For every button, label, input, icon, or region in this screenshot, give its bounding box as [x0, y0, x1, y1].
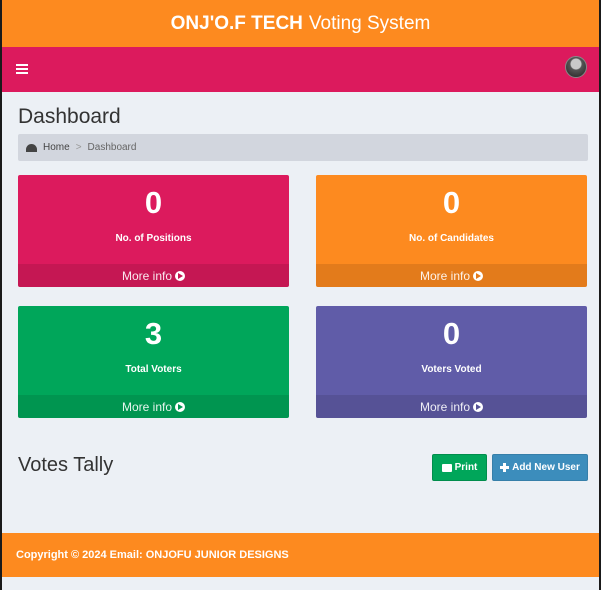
- more-info-label: More info: [419, 268, 471, 283]
- add-new-user-button[interactable]: Add New User: [492, 454, 588, 481]
- stat-label: No. of Positions: [115, 233, 192, 244]
- print-button-label: Print: [454, 462, 478, 473]
- stat-box-candidates: 0 No. of Candidates More info: [316, 175, 587, 287]
- copyright-text: Copyright © 2024 Email: ONJOFU JUNIOR DE…: [16, 549, 289, 561]
- dashboard-icon: [26, 143, 37, 152]
- menu-toggle-icon[interactable]: [16, 64, 28, 74]
- arrow-circle-right-icon: [175, 401, 186, 412]
- stat-box-voters-voted: 0 Voters Voted More info: [316, 306, 587, 418]
- more-info-link[interactable]: More info: [316, 264, 587, 287]
- stat-value: 0: [442, 185, 461, 220]
- stat-label: Voters Voted: [421, 364, 482, 375]
- breadcrumb-separator: >: [75, 142, 82, 153]
- app-window: ONJ'O.F TECH Voting System Dashboard Hom…: [0, 0, 601, 590]
- more-info-link[interactable]: More info: [18, 264, 289, 287]
- stat-box-total-voters: 3 Total Voters More info: [18, 306, 289, 418]
- stat-label: Total Voters: [125, 364, 182, 375]
- arrow-circle-right-icon: [175, 270, 186, 281]
- stat-value: 0: [442, 316, 461, 351]
- breadcrumb-current: Dashboard: [87, 142, 137, 153]
- breadcrumb-home-link[interactable]: Home: [43, 142, 70, 153]
- more-info-label: More info: [121, 399, 173, 414]
- more-info-link[interactable]: More info: [18, 395, 289, 418]
- page-footer: Copyright © 2024 Email: ONJOFU JUNIOR DE…: [2, 533, 599, 577]
- site-banner: ONJ'O.F TECH Voting System: [2, 0, 599, 47]
- stat-label: No. of Candidates: [408, 233, 494, 244]
- stat-value: 0: [144, 185, 163, 220]
- more-info-label: More info: [121, 268, 173, 283]
- plus-icon: [500, 463, 510, 472]
- print-button[interactable]: Print: [432, 454, 487, 481]
- top-navbar: [2, 47, 599, 92]
- print-icon: [441, 463, 452, 472]
- arrow-circle-right-icon: [473, 401, 484, 412]
- user-avatar[interactable]: [565, 56, 587, 78]
- votes-tally-heading: Votes Tally: [18, 454, 114, 476]
- brand-subtitle: Voting System: [308, 12, 431, 34]
- page-title: Dashboard: [18, 105, 121, 128]
- more-info-label: More info: [419, 399, 471, 414]
- stat-value: 3: [144, 316, 163, 351]
- add-new-user-label: Add New User: [512, 462, 580, 473]
- stat-box-positions: 0 No. of Positions More info: [18, 175, 289, 287]
- breadcrumb: Home > Dashboard: [18, 134, 588, 161]
- arrow-circle-right-icon: [473, 270, 484, 281]
- brand-name: ONJ'O.F TECH: [170, 12, 303, 34]
- more-info-link[interactable]: More info: [316, 395, 587, 418]
